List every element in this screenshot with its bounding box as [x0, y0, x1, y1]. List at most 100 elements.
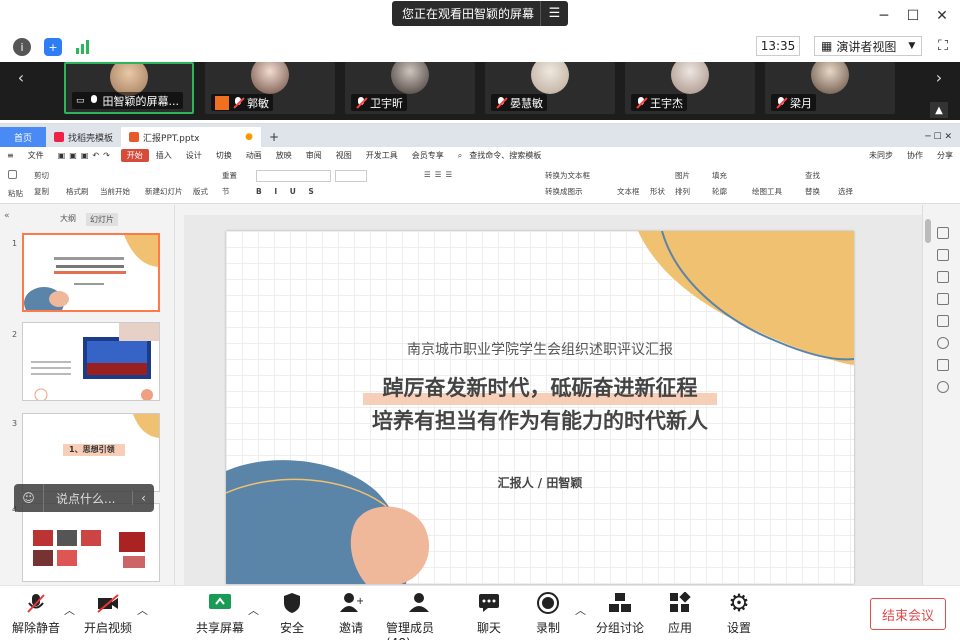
- share-screen-button[interactable]: 共享屏幕: [196, 590, 244, 636]
- cut-button[interactable]: 剪切: [34, 170, 49, 181]
- info-icon[interactable]: i: [13, 38, 31, 56]
- view-mode-button[interactable]: ▦ 演讲者视图 ▼: [814, 36, 922, 56]
- unmute-label: 解除静音: [12, 621, 61, 635]
- chevron-left-icon[interactable]: ‹: [132, 491, 154, 505]
- format-painter-button[interactable]: 格式刷: [66, 186, 89, 197]
- participant-tile[interactable]: ▭ 田智颖的屏幕...: [64, 62, 194, 114]
- layout-button[interactable]: 版式: [193, 186, 208, 197]
- adjust-icon[interactable]: [937, 249, 949, 261]
- property-icon[interactable]: [937, 227, 949, 239]
- menu-member[interactable]: 会员专享: [405, 150, 451, 161]
- security-button[interactable]: 安全: [278, 590, 306, 636]
- menu-home[interactable]: 开始: [120, 149, 149, 162]
- font-select[interactable]: [256, 170, 331, 182]
- textbox-button[interactable]: 文本框: [617, 186, 640, 197]
- replace-button[interactable]: 替换: [805, 186, 820, 197]
- collapse-strip-icon[interactable]: ▲: [930, 102, 948, 118]
- slide-thumbnail[interactable]: 1、思想引领: [22, 413, 160, 492]
- new-slide-button[interactable]: 新建幻灯片: [145, 186, 183, 197]
- record-button[interactable]: 录制: [534, 590, 562, 636]
- banner-menu-icon[interactable]: ☰: [540, 1, 568, 26]
- participant-tile[interactable]: 王宇杰: [625, 62, 755, 114]
- start-current-button[interactable]: 当前开始: [100, 186, 130, 197]
- fill-button[interactable]: 填充: [712, 170, 727, 181]
- settings-button[interactable]: ⚙ 设置: [725, 589, 753, 636]
- invite-button[interactable]: + 邀请: [337, 590, 365, 636]
- menu-view[interactable]: 视图: [329, 150, 359, 161]
- unmute-button[interactable]: 解除静音: [12, 590, 60, 636]
- textbox-convert-button[interactable]: 转换为文本框: [545, 170, 590, 181]
- search-command[interactable]: 查找命令、搜索模板: [469, 150, 548, 161]
- select-button[interactable]: 选择: [838, 186, 853, 197]
- minimize-icon[interactable]: ─: [874, 6, 894, 26]
- convert-art-button[interactable]: 转换成图示: [545, 186, 583, 197]
- tab-document[interactable]: 汇报PPT.pptx ●: [121, 127, 262, 147]
- menu-insert[interactable]: 插入: [149, 150, 179, 161]
- help-icon[interactable]: [937, 381, 949, 393]
- signal-icon[interactable]: [74, 38, 92, 56]
- font-size-select[interactable]: [335, 170, 367, 182]
- export-icon[interactable]: [937, 359, 949, 371]
- sync-status[interactable]: 未同步: [862, 150, 900, 161]
- tab-home[interactable]: 首页: [0, 127, 46, 147]
- screen-share-banner[interactable]: 您正在观看田智颖的屏幕 ☰: [392, 1, 568, 26]
- new-tab-icon[interactable]: +: [261, 127, 287, 147]
- chat-button[interactable]: 聊天: [475, 590, 503, 636]
- collapse-panel-icon[interactable]: «: [4, 211, 10, 221]
- record-options-icon[interactable]: ︿: [575, 602, 586, 618]
- participant-tile[interactable]: 梁月: [765, 62, 895, 114]
- security-label: 安全: [279, 621, 304, 635]
- slide[interactable]: 南京城市职业学院学生会组织述职评议汇报 踔厉奋发新时代，砥砺奋进新征程 培养有担…: [226, 231, 854, 584]
- slide-thumbnail[interactable]: [22, 322, 160, 401]
- emoji-icon[interactable]: ☺: [14, 484, 44, 512]
- menu-transition[interactable]: 切换: [209, 150, 239, 161]
- picture-button[interactable]: 图片: [675, 170, 690, 181]
- shape-style-icon[interactable]: [937, 293, 949, 305]
- share-button[interactable]: 分享: [930, 150, 960, 161]
- menu-animation[interactable]: 动画: [239, 150, 269, 161]
- chat-input[interactable]: ☺ 说点什么... ‹: [14, 484, 154, 512]
- breakout-rooms-button[interactable]: 分组讨论: [596, 590, 644, 636]
- apps-button[interactable]: 应用: [666, 590, 694, 636]
- end-meeting-button[interactable]: 结束会议: [870, 598, 946, 630]
- section-button[interactable]: 节: [222, 186, 230, 197]
- animation-icon[interactable]: [937, 315, 949, 327]
- video-options-icon[interactable]: ︿: [137, 602, 148, 618]
- fullscreen-icon[interactable]: ⛶: [934, 37, 952, 55]
- slide-thumbnail[interactable]: [22, 503, 160, 582]
- participant-tile[interactable]: 晏慧敏: [485, 62, 615, 114]
- arrange-button[interactable]: 排列: [675, 186, 690, 197]
- strip-prev-icon[interactable]: ‹: [10, 62, 32, 92]
- maximize-icon[interactable]: ☐: [903, 6, 923, 26]
- location-icon[interactable]: [937, 337, 949, 349]
- menu-review[interactable]: 审阅: [299, 150, 329, 161]
- share-options-icon[interactable]: ︿: [248, 602, 259, 618]
- participant-tile[interactable]: 郭敏: [205, 62, 335, 114]
- audio-options-icon[interactable]: ︿: [64, 602, 75, 618]
- tab-slides[interactable]: 幻灯片: [86, 213, 118, 226]
- menu-file[interactable]: 文件: [21, 150, 51, 161]
- copy-button[interactable]: 复制: [34, 186, 49, 197]
- reset-button[interactable]: 重置: [222, 170, 237, 181]
- find-button[interactable]: 查找: [805, 170, 820, 181]
- copy-style-icon[interactable]: [937, 271, 949, 283]
- close-icon[interactable]: ✕: [932, 6, 952, 26]
- drawing-tools-button[interactable]: 绘图工具: [752, 186, 782, 197]
- manage-participants-button[interactable]: 管理成员(48): [386, 590, 452, 640]
- outline-button[interactable]: 轮廓: [712, 186, 727, 197]
- slide-thumbnail[interactable]: [22, 233, 160, 312]
- security-shield-icon[interactable]: +: [44, 38, 62, 56]
- menu-design[interactable]: 设计: [179, 150, 209, 161]
- menu-developer[interactable]: 开发工具: [359, 150, 405, 161]
- start-video-button[interactable]: 开启视频: [84, 590, 132, 636]
- paste-button[interactable]: [8, 170, 17, 179]
- vertical-scrollbar[interactable]: [925, 219, 931, 243]
- tab-templates[interactable]: 找稻壳模板: [46, 127, 121, 147]
- strip-next-icon[interactable]: ›: [928, 62, 950, 92]
- participant-tile[interactable]: 卫宇昕: [345, 62, 475, 114]
- shape-button[interactable]: 形状: [650, 186, 665, 197]
- collaborate-button[interactable]: 协作: [900, 150, 930, 161]
- tab-outline[interactable]: 大纲: [60, 213, 76, 224]
- menu-slideshow[interactable]: 放映: [269, 150, 299, 161]
- hamburger-icon[interactable]: ≡: [0, 151, 21, 160]
